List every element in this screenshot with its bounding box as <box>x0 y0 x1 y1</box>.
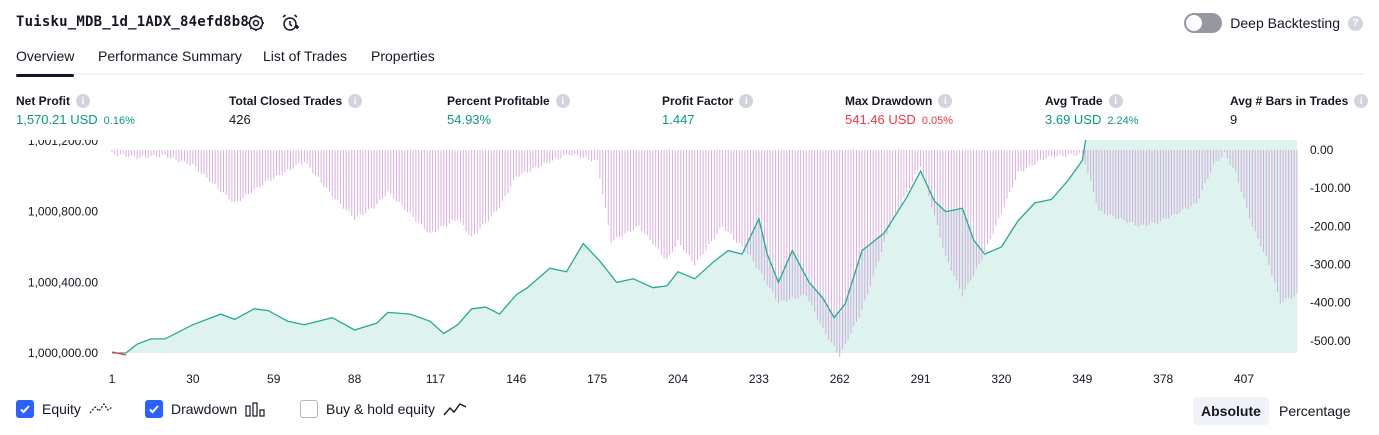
metric-max-drawdown: Max Drawdown i 541.46 USD 0.05% <box>845 94 953 127</box>
metric-value: 54.93% <box>447 112 492 127</box>
metric-value: 541.46 USD <box>845 112 916 127</box>
absolute-button[interactable]: Absolute <box>1193 397 1269 425</box>
metric-label: Profit Factor <box>662 94 734 108</box>
metric-label: Percent Profitable <box>447 94 550 108</box>
x-axis-tick: 320 <box>991 372 1011 386</box>
gear-icon[interactable] <box>246 13 266 33</box>
legend-drawdown[interactable]: Drawdown <box>145 400 265 418</box>
x-axis-tick: 175 <box>587 372 607 386</box>
buy-hold-line-icon <box>443 403 467 416</box>
percentage-button[interactable]: Percentage <box>1271 397 1359 425</box>
legend-equity[interactable]: Equity <box>16 400 113 418</box>
x-axis-tick: 233 <box>749 372 769 386</box>
metric-avg-bars-in-trades: Avg # Bars in Trades i 9 <box>1230 94 1369 127</box>
metric-label: Total Closed Trades <box>229 94 343 108</box>
equity-drawdown-chart[interactable]: 1,001,600.001,001,200.001,000,800.001,00… <box>0 46 1379 392</box>
x-axis-tick: 1 <box>109 372 116 386</box>
metric-total-closed-trades: Total Closed Trades i 426 <box>229 94 363 127</box>
deep-backtesting-control: Deep Backtesting ? <box>1184 13 1363 33</box>
right-axis-tick: -300.00 <box>1310 257 1351 271</box>
strategy-title: Tuisku_MDB_1d_1ADX_84efd8b8 <box>16 14 249 30</box>
right-axis-tick: -400.00 <box>1310 296 1351 310</box>
add-alert-icon[interactable] <box>280 13 300 33</box>
info-icon[interactable]: i <box>739 94 754 108</box>
chart-canvas: 1,001,600.001,001,200.001,000,800.001,00… <box>28 46 1351 386</box>
info-icon[interactable]: i <box>1108 94 1123 108</box>
drawdown-bars-icon <box>245 402 265 417</box>
equity-label: Equity <box>42 401 81 417</box>
info-icon[interactable]: i <box>76 94 90 108</box>
help-icon[interactable]: ? <box>1348 15 1363 31</box>
info-icon[interactable]: i <box>348 94 363 108</box>
equity-line-icon <box>89 402 113 414</box>
right-axis-tick: -200.00 <box>1310 219 1351 233</box>
tab-list-of-trades[interactable]: List of Trades <box>263 48 347 75</box>
metric-label: Max Drawdown <box>845 94 933 108</box>
right-axis-tick: -500.00 <box>1310 334 1351 348</box>
x-axis-tick: 59 <box>267 372 281 386</box>
metric-label: Avg # Bars in Trades <box>1230 94 1349 108</box>
x-axis-tick: 146 <box>506 372 526 386</box>
x-axis-tick: 262 <box>830 372 850 386</box>
x-axis-tick: 88 <box>348 372 362 386</box>
deep-backtesting-label: Deep Backtesting <box>1230 15 1340 31</box>
tab-properties[interactable]: Properties <box>371 48 435 75</box>
right-axis-tick: -100.00 <box>1310 181 1351 195</box>
metric-value: 9 <box>1230 112 1238 127</box>
equity-checkbox[interactable] <box>16 400 34 418</box>
buy-hold-checkbox[interactable] <box>300 400 318 418</box>
metric-avg-trade: Avg Trade i 3.69 USD 2.24% <box>1045 94 1139 127</box>
left-axis-tick: 1,000,400.00 <box>28 275 98 289</box>
metric-label: Net Profit <box>16 94 70 108</box>
info-icon[interactable]: i <box>555 94 570 108</box>
left-axis-tick: 1,000,800.00 <box>28 205 98 219</box>
metric-value: 3.69 USD <box>1045 112 1102 127</box>
buy-hold-label: Buy & hold equity <box>326 401 435 417</box>
legend-buy-hold[interactable]: Buy & hold equity <box>300 400 467 418</box>
tab-bar: Overview Performance Summary List of Tra… <box>16 48 1363 77</box>
metric-percent-profitable: Percent Profitable i 54.93% <box>447 94 570 127</box>
x-axis-tick: 407 <box>1234 372 1254 386</box>
deep-backtesting-toggle[interactable] <box>1184 13 1223 33</box>
metric-value: 1.447 <box>662 112 695 127</box>
right-axis-tick: 0.00 <box>1310 143 1334 157</box>
info-icon[interactable]: i <box>938 94 953 108</box>
left-axis-tick: 1,000,000.00 <box>28 346 98 360</box>
metric-net-profit: Net Profit i 1,570.21 USD 0.16% <box>16 94 135 127</box>
metric-value: 1,570.21 USD <box>16 112 98 127</box>
drawdown-checkbox[interactable] <box>145 400 163 418</box>
metric-sub-value: 2.24% <box>1107 115 1139 127</box>
x-axis-tick: 349 <box>1072 372 1092 386</box>
tab-performance-summary[interactable]: Performance Summary <box>98 48 242 75</box>
drawdown-label: Drawdown <box>171 401 238 417</box>
left-axis-tick: 1,001,200.00 <box>28 140 98 148</box>
metric-label: Avg Trade <box>1045 94 1103 108</box>
metric-sub-value: 0.16% <box>103 115 135 127</box>
x-axis-tick: 291 <box>911 372 931 386</box>
info-icon[interactable]: i <box>1354 94 1369 108</box>
x-axis-tick: 378 <box>1153 372 1173 386</box>
metric-sub-value: 0.05% <box>921 115 954 127</box>
x-axis-tick: 117 <box>426 372 445 386</box>
metric-value: 426 <box>229 112 251 127</box>
tab-overview[interactable]: Overview <box>16 48 75 77</box>
metric-profit-factor: Profit Factor i 1.447 <box>662 94 754 127</box>
x-axis-tick: 204 <box>668 372 688 386</box>
x-axis-tick: 30 <box>186 372 200 386</box>
